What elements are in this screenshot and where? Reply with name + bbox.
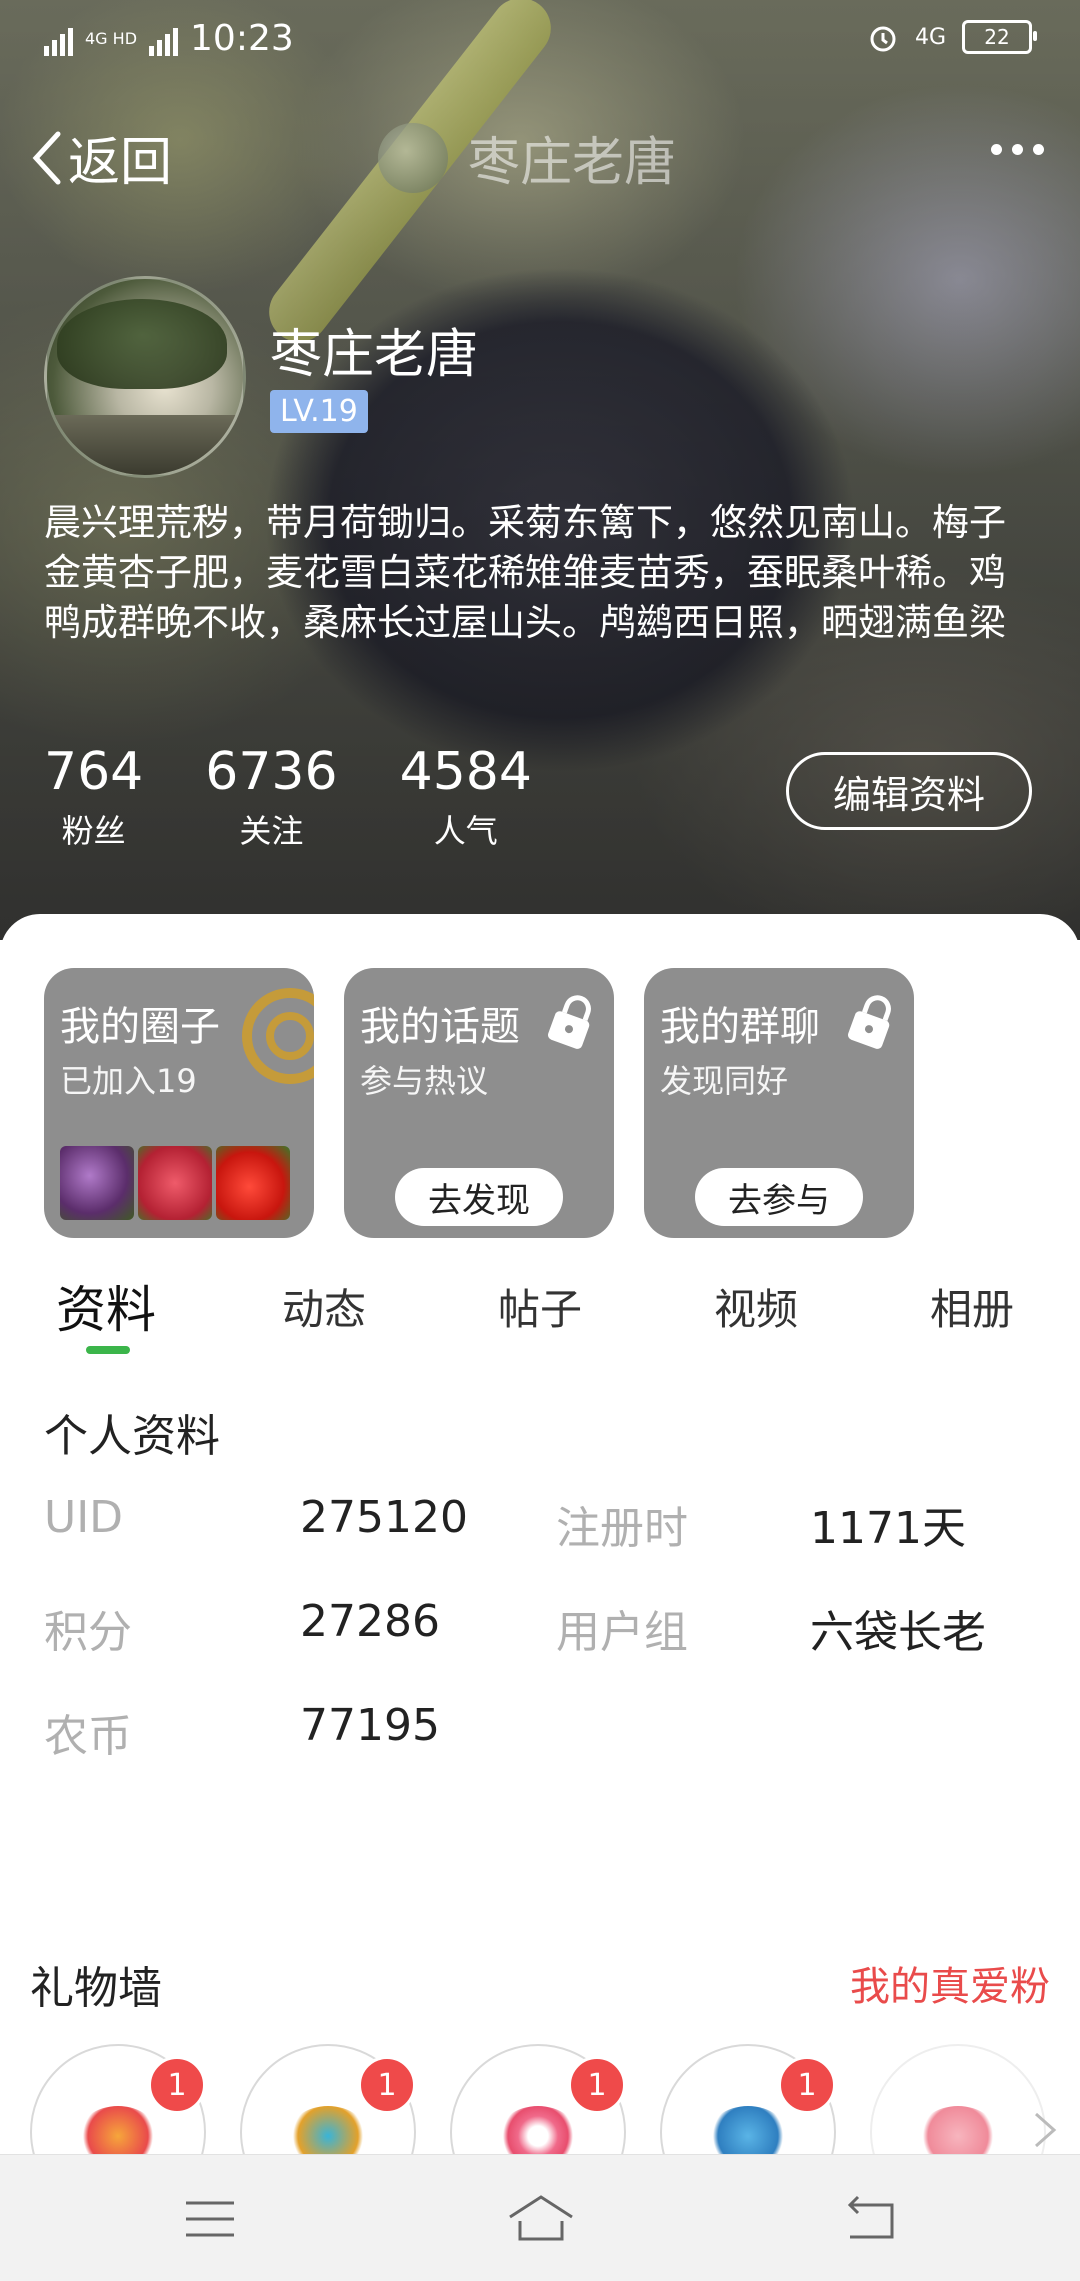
card-subtitle: 发现同好 (660, 1062, 789, 1100)
lock-icon (848, 995, 891, 1049)
status-bar: 4G HD 10:23 4G 22 (0, 0, 1080, 80)
stat-label: 粉丝 (61, 812, 126, 850)
back-button[interactable]: 返回 (28, 120, 172, 195)
lollipop-icon (498, 2106, 578, 2154)
info-value: 275120 (300, 1492, 468, 1543)
cool-sticker-icon (708, 2106, 788, 2154)
gift-item[interactable]: 1 (30, 2044, 206, 2154)
tab-videos[interactable]: 视频 (714, 1276, 798, 1337)
gift-wall-title: 礼物墙 (30, 1963, 162, 2014)
plum-thumbnail (60, 1146, 134, 1220)
system-navigation-bar (0, 2154, 1080, 2281)
discover-button[interactable]: 去发现 (395, 1168, 563, 1226)
stat-popularity: 4584 人气 (400, 742, 532, 852)
stat-value: 764 (44, 742, 144, 802)
join-button[interactable]: 去参与 (695, 1168, 863, 1226)
diamond-ring-icon (288, 2106, 368, 2154)
tab-activity[interactable]: 动态 (282, 1276, 366, 1337)
tab-posts[interactable]: 帖子 (498, 1276, 582, 1337)
profile-bio: 晨兴理荒秽，带月荷锄归。采菊东篱下，悠然见南山。梅子金黄杏子肥，麦花雪白菜花稀雉… (44, 501, 1006, 644)
stat-value: 6736 (205, 742, 338, 802)
gift-item[interactable] (870, 2044, 1046, 2154)
party-popper-icon (78, 2106, 158, 2154)
circle-logo-icon (242, 988, 314, 1084)
card-title: 我的群聊 (660, 1004, 820, 1050)
info-value: 77195 (300, 1700, 440, 1751)
network-label: 4G HD (85, 28, 138, 48)
info-value: 1171天 (810, 1503, 966, 1554)
lock-icon (548, 995, 591, 1049)
battery-level: 22 (984, 25, 1010, 49)
lychee-thumbnail (138, 1146, 212, 1220)
feature-cards: 我的圈子 已加入19 我的话题 参与热议 去发现 我的群聊 发现同好 去参与 (44, 968, 914, 1238)
rose-icon (918, 2106, 998, 2154)
signal-icon-2 (149, 22, 179, 56)
card-subtitle: 已加入19 (60, 1062, 197, 1100)
level-badge: LV.19 (270, 390, 368, 433)
tab-profile[interactable]: 资料 (56, 1270, 156, 1342)
info-key: 积分 (44, 1607, 132, 1658)
edit-profile-button[interactable]: 编辑资料 (786, 752, 1032, 830)
gift-item[interactable]: 1 (240, 2044, 416, 2154)
tomato-thumbnail (216, 1146, 290, 1220)
info-key: UID (44, 1492, 124, 1543)
alarm-icon (870, 26, 896, 52)
info-key: 注册时 (556, 1503, 688, 1554)
back-label: 返回 (68, 133, 173, 193)
stat-following[interactable]: 6736 关注 (205, 742, 337, 852)
profile-name: 枣庄老唐 (270, 325, 479, 385)
signal-icon (44, 22, 73, 56)
info-row: UID 275120 注册时 1171天 (0, 1492, 1080, 1554)
gift-count-badge: 1 (358, 2056, 416, 2114)
card-my-circles[interactable]: 我的圈子 已加入19 (44, 968, 314, 1238)
gift-list: 1 1 1 1 (30, 2044, 1080, 2154)
more-icon[interactable] (991, 144, 1044, 155)
gift-count-badge: 1 (148, 2056, 206, 2114)
menu-icon[interactable] (180, 2191, 240, 2247)
chevron-left-icon (32, 131, 61, 184)
stat-fans[interactable]: 764 粉丝 (44, 742, 143, 852)
stat-label: 人气 (433, 812, 498, 850)
card-my-group-chats[interactable]: 我的群聊 发现同好 去参与 (644, 968, 914, 1238)
home-icon[interactable] (506, 2191, 576, 2247)
card-subtitle: 参与热议 (360, 1062, 489, 1100)
info-value: 六袋长老 (810, 1607, 986, 1658)
back-nav-icon[interactable] (840, 2191, 900, 2247)
profile-tabs: 资料 动态 帖子 视频 相册 (0, 1270, 1080, 1360)
status-time: 10:23 (190, 18, 294, 59)
card-title: 我的话题 (360, 1004, 520, 1050)
top-nav: 返回 枣庄老唐 (0, 110, 1080, 200)
avatar[interactable] (44, 276, 246, 478)
nav-title: 枣庄老唐 (378, 120, 676, 195)
true-fans-link[interactable]: 我的真爱粉 (850, 1954, 1050, 2012)
profile-stats: 764 粉丝 6736 关注 4584 人气 (44, 742, 594, 852)
active-tab-indicator (86, 1346, 130, 1354)
gift-item[interactable]: 1 (660, 2044, 836, 2154)
stat-value: 4584 (399, 742, 532, 802)
battery-icon: 22 (962, 20, 1037, 54)
info-value: 27286 (300, 1596, 440, 1647)
circle-thumbnails (60, 1146, 290, 1220)
nav-avatar (378, 122, 448, 193)
tab-albums[interactable]: 相册 (930, 1276, 1014, 1337)
gift-count-badge: 1 (568, 2056, 626, 2114)
gift-item[interactable]: 1 (450, 2044, 626, 2154)
chevron-right-icon[interactable] (1030, 2110, 1060, 2150)
info-row: 农币 77195 (0, 1700, 1080, 1762)
section-title: 个人资料 (44, 1411, 220, 1462)
info-key: 用户组 (556, 1607, 688, 1658)
info-row: 积分 27286 用户组 六袋长老 (0, 1596, 1080, 1658)
gift-count-badge: 1 (778, 2056, 836, 2114)
stat-label: 关注 (239, 812, 304, 850)
info-key: 农币 (44, 1711, 132, 1762)
card-title: 我的圈子 (60, 1004, 220, 1050)
network-label-right: 4G (914, 24, 946, 50)
nav-title-text: 枣庄老唐 (468, 133, 677, 193)
card-my-topics[interactable]: 我的话题 参与热议 去发现 (344, 968, 614, 1238)
